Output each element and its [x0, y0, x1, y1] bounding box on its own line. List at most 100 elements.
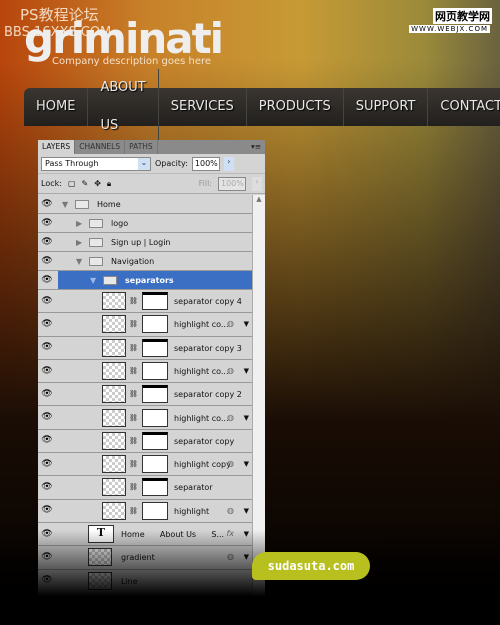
expand-effects-icon[interactable]: ▼ — [244, 367, 249, 375]
eye-icon[interactable]: 👁︎ — [40, 412, 54, 424]
layer-name: logo — [111, 219, 129, 228]
layer-row[interactable]: 👁︎ ⛓ separator — [38, 476, 252, 500]
expand-right-icon[interactable]: ▶ — [76, 238, 82, 247]
watermark-right-title: 网页教学网 — [433, 8, 492, 24]
effects-icon[interactable]: ◍ — [227, 319, 234, 328]
fill-label: Fill: — [198, 179, 212, 188]
link-icon: ⛓ — [129, 297, 138, 305]
mask-thumbnail — [142, 431, 168, 450]
eye-icon[interactable]: 👁︎ — [40, 342, 54, 354]
effects-icon[interactable]: ◍ — [227, 366, 234, 375]
eye-icon[interactable]: 👁︎ — [40, 482, 54, 494]
layer-name: highlight co... — [174, 366, 229, 376]
opacity-slider-button[interactable]: › — [223, 156, 234, 171]
layer-row[interactable]: 👁︎ ⛓ highlight ◍ ▼ — [38, 500, 252, 523]
lock-transparency-icon[interactable]: ▢ — [68, 179, 76, 188]
eye-icon[interactable]: 👁︎ — [40, 529, 54, 541]
layer-row[interactable]: 👁︎ ▶ Sign up | Login — [38, 233, 252, 252]
expand-effects-icon[interactable]: ▼ — [244, 553, 249, 561]
eye-icon[interactable]: 👁︎ — [40, 319, 54, 331]
expand-effects-icon[interactable]: ▼ — [244, 320, 249, 328]
expand-effects-icon[interactable]: ▼ — [244, 507, 249, 515]
fill-slider-button[interactable]: › — [252, 176, 262, 191]
scrollbar[interactable]: ▲ — [252, 195, 265, 610]
eye-icon[interactable]: 👁︎ — [40, 552, 54, 564]
lock-all-icon[interactable]: 🔒︎ — [107, 179, 111, 189]
expand-effects-icon[interactable]: ▼ — [244, 460, 249, 468]
layer-thumbnail — [102, 501, 126, 520]
layer-row[interactable]: 👁︎ ⛓ highlight co... ◍ ▼ — [38, 407, 252, 430]
layer-row[interactable]: 👁︎ gradient ◍ ▼ — [38, 546, 252, 570]
eye-icon[interactable]: 👁︎ — [40, 256, 54, 268]
eye-icon[interactable]: 👁︎ — [40, 218, 54, 230]
eye-icon[interactable]: 👁︎ — [40, 366, 54, 378]
main-nav: HOME ABOUT US SERVICES PRODUCTS SUPPORT … — [24, 69, 500, 145]
opacity-input[interactable]: 100% — [191, 156, 220, 171]
fx-icon[interactable]: fx — [226, 529, 234, 538]
layer-thumbnail — [102, 408, 126, 427]
layer-row[interactable]: 👁︎ ⛓ highlight co... ◍ ▼ — [38, 313, 252, 337]
eye-icon[interactable]: 👁︎ — [40, 575, 54, 587]
link-icon: ⛓ — [129, 506, 138, 515]
link-icon: ⛓ — [129, 483, 138, 492]
lock-position-icon[interactable]: ✥ — [94, 179, 101, 188]
expand-right-icon[interactable]: ▶ — [76, 219, 82, 228]
layer-row[interactable]: 👁︎ ⛓ separator copy — [38, 430, 252, 454]
effects-icon[interactable]: ◍ — [227, 552, 234, 561]
eye-icon[interactable]: 👁︎ — [40, 505, 54, 517]
expand-effects-icon[interactable]: ▼ — [244, 530, 249, 538]
tab-paths[interactable]: PATHS — [125, 140, 158, 154]
nav-contact[interactable]: CONTACT — [428, 88, 500, 126]
layer-row[interactable]: 👁︎ ⛓ highlight copy ◍ ▼ — [38, 453, 252, 477]
layer-name: separator copy — [174, 436, 235, 446]
blend-mode-select[interactable]: Pass Through ⌄ — [41, 156, 151, 171]
nav-services[interactable]: SERVICES — [159, 88, 247, 126]
eye-icon[interactable]: 👁︎ — [40, 435, 54, 447]
eye-icon[interactable]: 👁︎ — [40, 199, 54, 211]
lock-image-icon[interactable]: ✎ — [82, 179, 89, 188]
folder-icon — [89, 257, 103, 266]
eye-icon[interactable]: 👁︎ — [40, 459, 54, 471]
mask-thumbnail — [142, 315, 168, 334]
tab-channels[interactable]: CHANNELS — [75, 140, 126, 154]
effects-icon[interactable]: ◍ — [227, 459, 234, 468]
layer-thumbnail — [102, 315, 126, 334]
layer-thumbnail — [102, 361, 126, 380]
layer-row[interactable]: 👁︎ ▶ logo — [38, 214, 252, 233]
layer-thumbnail — [88, 548, 112, 567]
eye-icon[interactable]: 👁︎ — [40, 296, 54, 308]
expand-effects-icon[interactable]: ▼ — [244, 414, 249, 422]
layer-row[interactable]: 👁︎ ▼ separators — [38, 271, 252, 290]
mask-thumbnail — [142, 292, 168, 310]
effects-icon[interactable]: ◍ — [227, 413, 234, 422]
eye-icon[interactable]: 👁︎ — [40, 237, 54, 249]
layer-name: separator copy 4 — [174, 297, 242, 306]
nav-home[interactable]: HOME — [24, 88, 89, 126]
panel-menu-icon[interactable]: ▾≡ — [247, 140, 265, 154]
layer-row[interactable]: 👁︎ ▼ Home — [38, 195, 252, 214]
layer-row[interactable]: 👁︎ ⛓ separator copy 2 — [38, 383, 252, 407]
eye-icon[interactable]: 👁︎ — [40, 275, 54, 287]
nav-support[interactable]: SUPPORT — [344, 88, 429, 126]
scroll-up-icon[interactable]: ▲ — [253, 195, 265, 207]
layer-row[interactable]: 👁︎ ⛓ separator copy 4 — [38, 290, 252, 314]
tab-layers[interactable]: LAYERS — [38, 140, 76, 154]
nav-about[interactable]: ABOUT US — [88, 69, 159, 145]
layer-name: separator copy 2 — [174, 390, 242, 400]
fill-input[interactable]: 100% — [218, 176, 246, 191]
expand-down-icon[interactable]: ▼ — [90, 276, 96, 285]
expand-down-icon[interactable]: ▼ — [62, 200, 68, 209]
text-layer-icon: T — [88, 525, 114, 543]
layer-row[interactable]: 👁︎ ⛓ highlight co... ◍ ▼ — [38, 360, 252, 384]
layer-row[interactable]: 👁︎ Line — [38, 570, 252, 593]
effects-icon[interactable]: ◍ — [227, 506, 234, 515]
layer-row[interactable]: 👁︎ ▼ Navigation — [38, 252, 252, 271]
layer-name: Line — [121, 576, 138, 586]
expand-down-icon[interactable]: ▼ — [76, 257, 82, 266]
nav-products[interactable]: PRODUCTS — [247, 88, 344, 126]
eye-icon[interactable]: 👁︎ — [40, 389, 54, 401]
layer-row[interactable]: 👁︎ T Home About Us S... fx ▼ — [38, 523, 252, 547]
layer-row[interactable]: 👁︎ ⛓ separator copy 3 — [38, 337, 252, 360]
folder-icon — [103, 276, 117, 285]
link-icon: ⛓ — [129, 413, 138, 422]
